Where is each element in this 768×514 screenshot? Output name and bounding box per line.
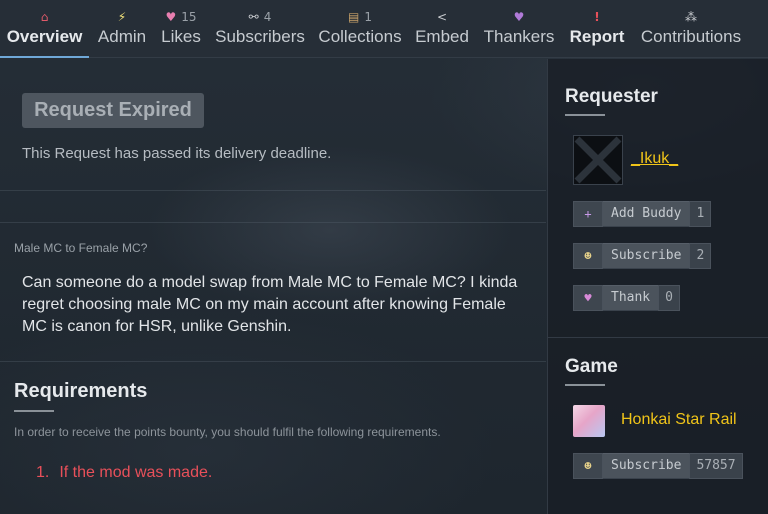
button-count: 57857: [689, 453, 743, 479]
heading-underline: [565, 384, 605, 386]
request-title: Male MC to Female MC?: [14, 241, 148, 255]
subscribe-icon: ☻: [573, 453, 603, 479]
heading-underline: [14, 410, 54, 412]
tab-report[interactable]: ! Report: [568, 0, 626, 58]
requirement-item: 1. If the mod was made.: [36, 464, 212, 482]
tab-label: Thankers: [483, 27, 555, 46]
tab-thankers[interactable]: ♥ Thankers: [482, 0, 556, 58]
tab-embed[interactable]: < Embed: [414, 0, 470, 58]
game-thumbnail[interactable]: [573, 405, 605, 437]
game-name-link[interactable]: Honkai Star Rail: [621, 411, 737, 429]
link-icon: ⚯: [248, 10, 259, 24]
heart-gift-icon: ♥: [513, 10, 525, 24]
subscribers-count: 4: [263, 10, 272, 24]
thank-heart-icon: ♥: [573, 285, 603, 311]
home-icon: ⌂: [40, 10, 49, 24]
game-subscribe-button[interactable]: ☻ Subscribe 57857: [573, 453, 743, 479]
tab-overview[interactable]: ⌂ Overview: [0, 0, 89, 58]
sidebar: Requester _Ikuk_ + Add Buddy 1 ☻ Subscri…: [547, 59, 768, 514]
game-heading: Game: [565, 356, 618, 377]
requirements-intro: In order to receive the points bounty, y…: [14, 425, 441, 439]
heart-icon: ♥: [165, 10, 177, 24]
tab-label: Admin: [97, 27, 147, 46]
section-divider: [0, 361, 546, 362]
share-icon: <: [436, 10, 448, 24]
tab-contributions[interactable]: ⁂ Contributions: [638, 0, 744, 58]
tab-label: Overview: [6, 27, 83, 46]
contributions-icon: ⁂: [685, 10, 697, 24]
add-buddy-icon: +: [573, 201, 603, 227]
button-label: Thank: [603, 285, 659, 311]
subscribe-icon: ☻: [573, 243, 603, 269]
button-count: 2: [689, 243, 712, 269]
tab-likes[interactable]: ♥ 15 Likes: [160, 0, 202, 58]
tab-bar: ⌂ Overview ⚡ Admin ♥ 15 Likes ⚯ 4 Subscr…: [0, 0, 768, 58]
request-expired-badge: Request Expired: [22, 93, 204, 128]
sidebar-divider: [548, 337, 768, 338]
requester-username[interactable]: _Ikuk_: [631, 150, 678, 168]
avatar[interactable]: [573, 135, 623, 185]
tab-label: Embed: [415, 27, 469, 46]
button-label: Add Buddy: [603, 201, 690, 227]
subscribe-button[interactable]: ☻ Subscribe 2: [573, 243, 712, 269]
button-label: Subscribe: [603, 453, 690, 479]
tab-label: Subscribers: [215, 27, 305, 46]
request-description: Can someone do a model swap from Male MC…: [22, 274, 518, 335]
section-divider: [0, 222, 546, 223]
tab-collections[interactable]: ▤ 1 Collections: [318, 0, 402, 58]
requirement-number: 1.: [36, 464, 50, 481]
avatar-cross-icon: [574, 136, 622, 184]
tab-admin[interactable]: ⚡ Admin: [96, 0, 148, 58]
tab-label: Likes: [161, 27, 201, 46]
collections-count: 1: [364, 10, 372, 24]
expired-message: This Request has passed its delivery dea…: [22, 145, 332, 162]
section-divider: [0, 190, 546, 191]
requirements-heading: Requirements: [14, 380, 148, 402]
requester-heading: Requester: [565, 86, 658, 107]
collection-box-icon: ▤: [348, 10, 360, 24]
tab-subscribers[interactable]: ⚯ 4 Subscribers: [214, 0, 306, 58]
heading-underline: [565, 114, 605, 116]
main-content: Request Expired This Request has passed …: [0, 59, 546, 514]
alert-icon: !: [594, 10, 600, 24]
tab-label: Contributions: [640, 27, 742, 46]
button-label: Subscribe: [603, 243, 690, 269]
button-count: 1: [689, 201, 712, 227]
tab-label: Report: [569, 27, 625, 46]
tab-label: Collections: [318, 27, 402, 46]
lightning-icon: ⚡: [117, 10, 127, 24]
requirement-text: If the mod was made.: [59, 464, 213, 481]
thank-button[interactable]: ♥ Thank 0: [573, 285, 680, 311]
button-count: 0: [658, 285, 680, 311]
add-buddy-button[interactable]: + Add Buddy 1: [573, 201, 712, 227]
likes-count: 15: [181, 10, 197, 24]
